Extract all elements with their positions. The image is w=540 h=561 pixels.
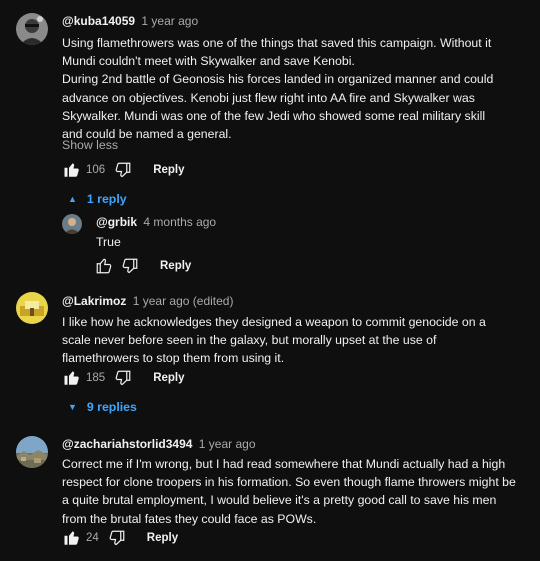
comment-header: @Lakrimoz 1 year ago (edited) — [62, 294, 233, 308]
comment-header: @zachariahstorlid3494 1 year ago — [62, 437, 256, 451]
dislike-icon[interactable] — [113, 160, 133, 180]
comment-header: @kuba14059 1 year ago — [62, 14, 198, 28]
reply-button[interactable]: Reply — [160, 260, 191, 272]
comment-actions: 24 Reply — [62, 528, 178, 548]
like-count: 185 — [86, 372, 106, 384]
replies-toggle[interactable]: ▼ 9 replies — [68, 400, 137, 414]
replies-toggle-label: 9 replies — [86, 400, 137, 414]
timestamp[interactable]: 1 year ago (edited) — [133, 294, 234, 308]
reply-button[interactable]: Reply — [153, 164, 184, 176]
author-name[interactable]: @kuba14059 — [62, 14, 135, 28]
comment-actions: 185 Reply — [62, 368, 185, 388]
comment-paragraph: During 2nd battle of Geonosis his forces… — [62, 72, 494, 142]
comment-text: Correct me if I'm wrong, but I had read … — [62, 457, 516, 526]
comment-text: I like how he acknowledges they designed… — [62, 315, 486, 366]
author-name[interactable]: @Lakrimoz — [62, 294, 126, 308]
like-filled-icon[interactable] — [62, 368, 82, 388]
timestamp[interactable]: 4 months ago — [143, 215, 216, 229]
reply-text: True — [96, 235, 121, 249]
reply-button[interactable]: Reply — [153, 372, 184, 384]
like-count: 106 — [86, 164, 106, 176]
show-less-button[interactable]: Show less — [62, 138, 118, 152]
replies-toggle[interactable]: ▲ 1 reply — [68, 192, 127, 206]
like-outline-icon[interactable] — [94, 256, 114, 276]
like-count: 24 — [86, 532, 99, 544]
reply-actions: Reply — [94, 256, 191, 276]
author-name[interactable]: @zachariahstorlid3494 — [62, 437, 192, 451]
avatar[interactable] — [16, 292, 48, 324]
avatar[interactable] — [62, 214, 82, 234]
dislike-icon[interactable] — [107, 528, 127, 548]
caret-up-icon: ▲ — [68, 194, 77, 204]
timestamp[interactable]: 1 year ago — [141, 14, 198, 28]
like-filled-icon[interactable] — [62, 160, 82, 180]
comment-paragraph: Using flamethrowers was one of the thing… — [62, 36, 492, 69]
avatar[interactable] — [16, 13, 48, 45]
timestamp[interactable]: 1 year ago — [199, 437, 256, 451]
dislike-icon[interactable] — [120, 256, 140, 276]
reply-header: @grbik 4 months ago — [96, 215, 216, 229]
replies-toggle-label: 1 reply — [86, 192, 127, 206]
comment-actions: 106 Reply — [62, 160, 185, 180]
comment-text: Using flamethrowers was one of the thing… — [62, 34, 502, 143]
caret-down-icon: ▼ — [68, 402, 77, 412]
dislike-icon[interactable] — [113, 368, 133, 388]
avatar[interactable] — [16, 436, 48, 468]
reply-button[interactable]: Reply — [147, 532, 178, 544]
author-name[interactable]: @grbik — [96, 215, 137, 229]
like-filled-icon[interactable] — [62, 528, 82, 548]
